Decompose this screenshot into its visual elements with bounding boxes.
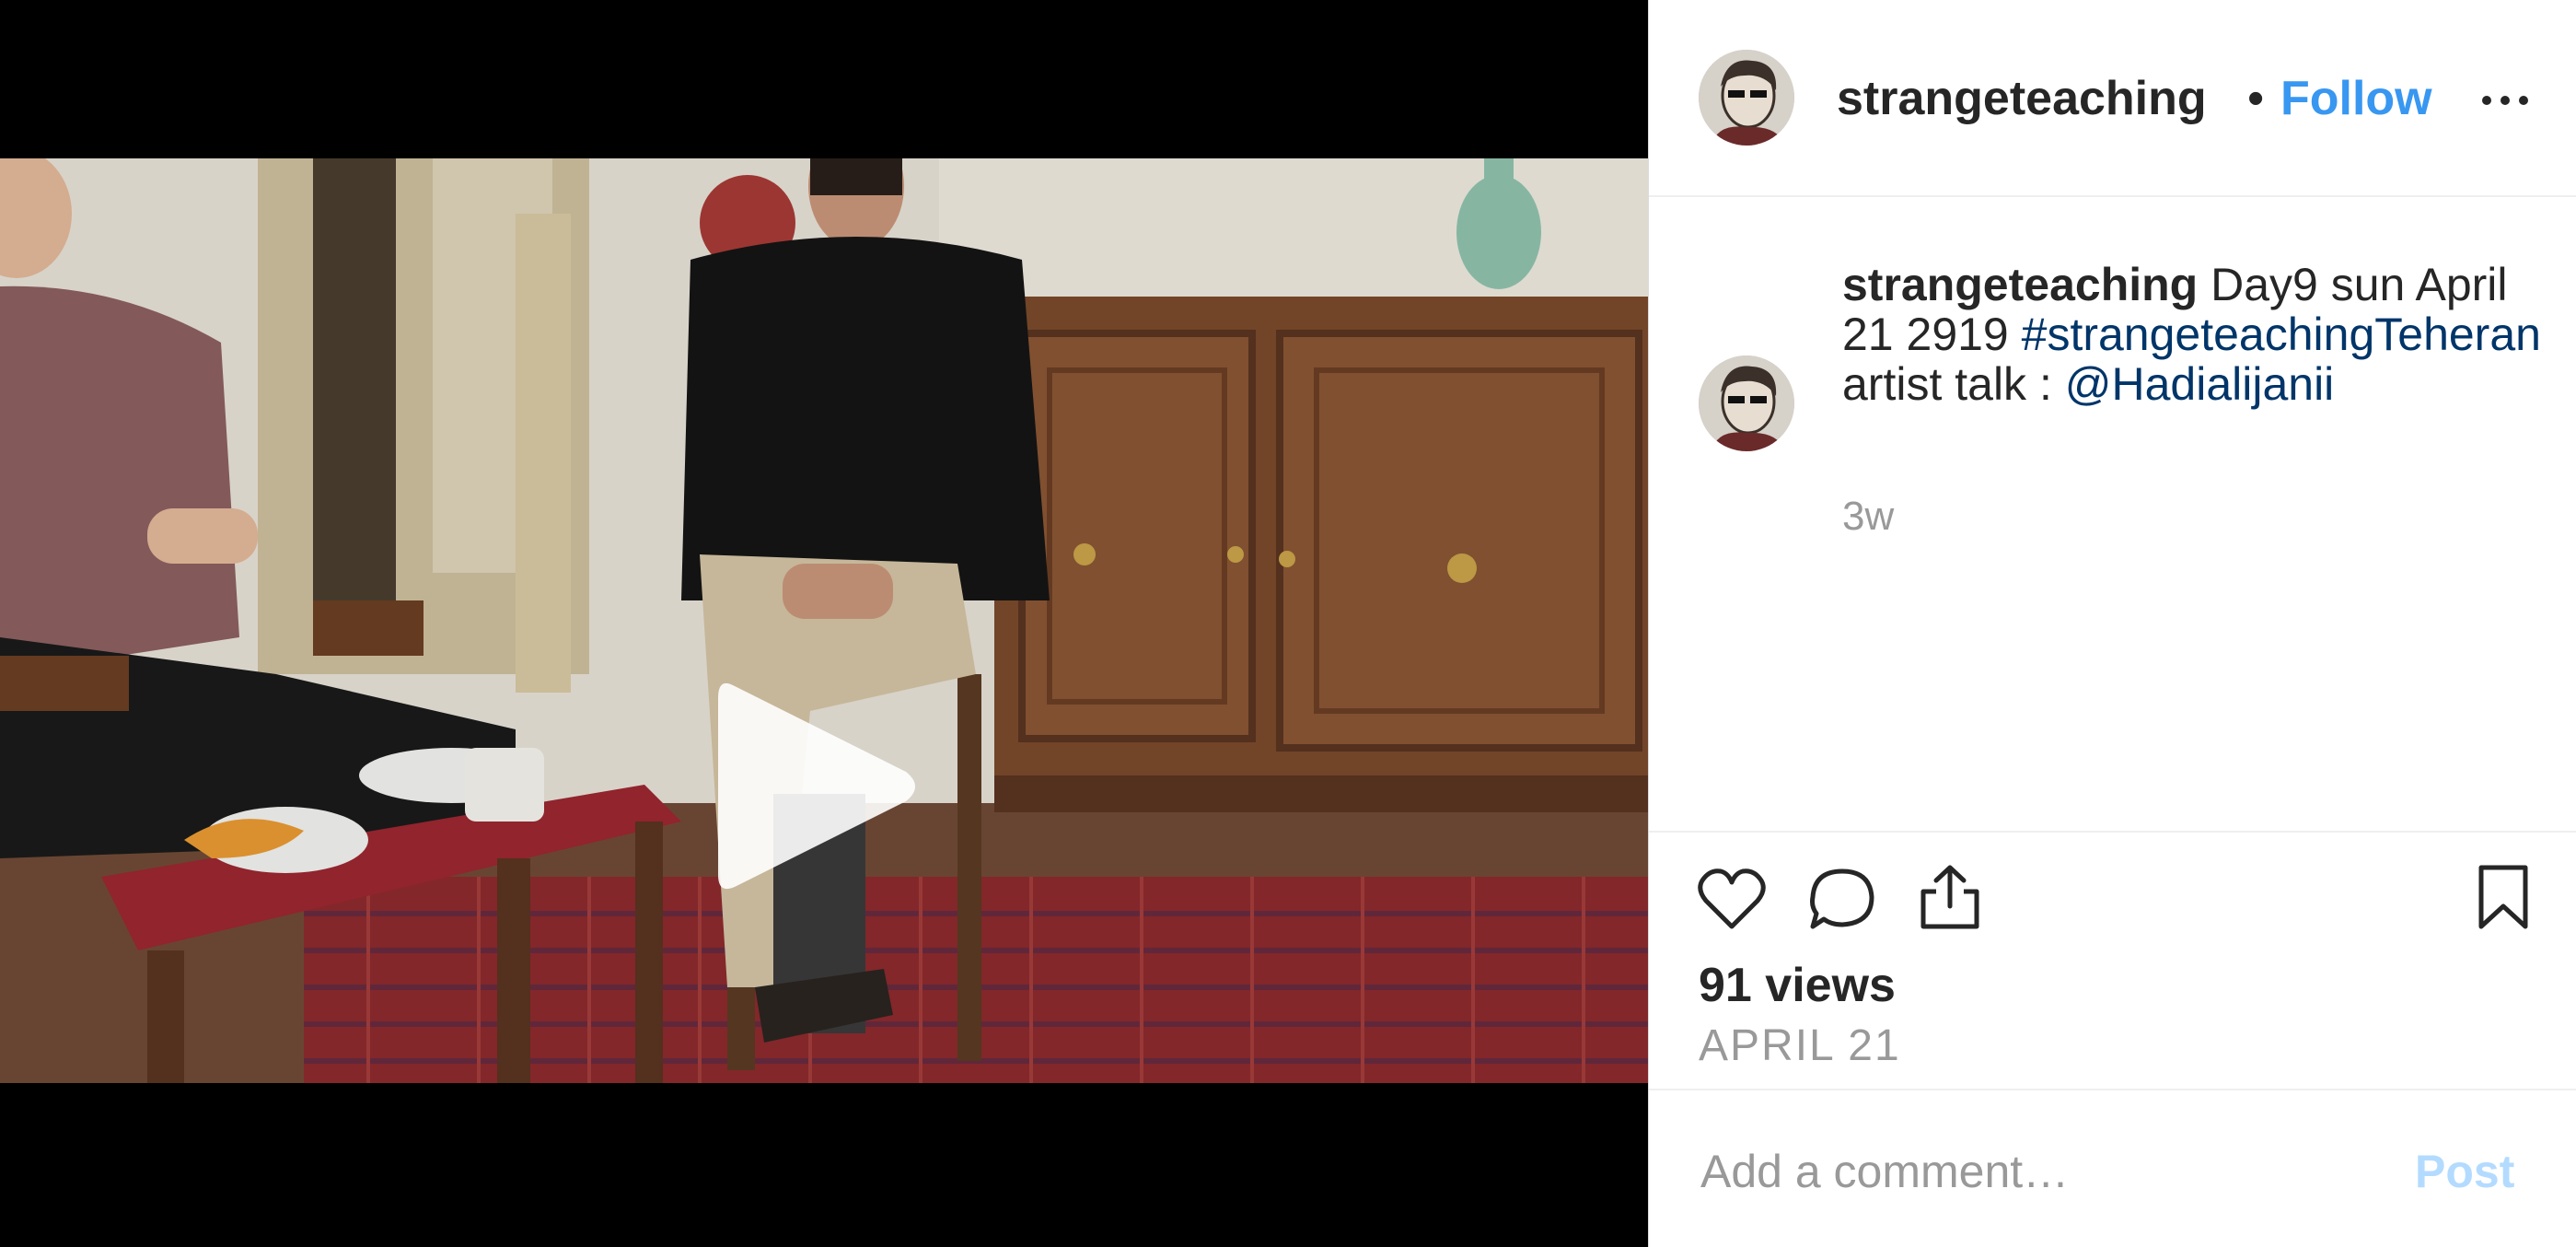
hashtag-link[interactable]: #strangeteachingTeheran — [2022, 309, 2541, 360]
bookmark-icon[interactable] — [2474, 862, 2533, 932]
mention-link[interactable]: @Hadialijanii — [2065, 358, 2335, 410]
avatar-image — [1699, 50, 1794, 146]
post-caption: strangeteaching Day9 sun April 21 2919 #… — [1842, 260, 2542, 409]
post-comment-button[interactable]: Post — [2415, 1142, 2514, 1201]
caption-username[interactable]: strangeteaching — [1842, 259, 2198, 310]
comment-icon[interactable] — [1807, 866, 1877, 932]
post-header: strangeteaching • Follow — [1649, 0, 2576, 197]
post-time-ago[interactable]: 3w — [1842, 492, 1894, 542]
avatar[interactable] — [1699, 355, 1794, 451]
video-still — [0, 158, 1648, 1083]
comment-input[interactable] — [1699, 1138, 2347, 1205]
caption-line-text: artist talk : — [1842, 358, 2065, 410]
share-icon[interactable] — [1918, 862, 1982, 932]
action-bar: 91 views APRIL 21 — [1649, 833, 2576, 1090]
video-player[interactable] — [0, 0, 1648, 1247]
comments-section: strangeteaching Day9 sun April 21 2919 #… — [1649, 197, 2576, 833]
post-details-panel: strangeteaching • Follow strangeteaching… — [1648, 0, 2576, 1247]
video-frame[interactable] — [0, 158, 1648, 1083]
views-count[interactable]: 91 views — [1699, 956, 1896, 1015]
add-comment-form: Post — [1649, 1090, 2576, 1247]
heart-icon[interactable] — [1697, 866, 1767, 932]
follow-button[interactable]: Follow — [2280, 68, 2432, 129]
avatar-image — [1699, 355, 1794, 451]
more-horizontal-icon[interactable] — [2477, 77, 2533, 123]
post-date[interactable]: APRIL 21 — [1699, 1019, 1901, 1074]
avatar[interactable] — [1699, 50, 1794, 146]
separator-dot: • — [2247, 72, 2265, 125]
post-username[interactable]: strangeteaching — [1837, 68, 2233, 129]
play-icon[interactable] — [700, 667, 939, 906]
